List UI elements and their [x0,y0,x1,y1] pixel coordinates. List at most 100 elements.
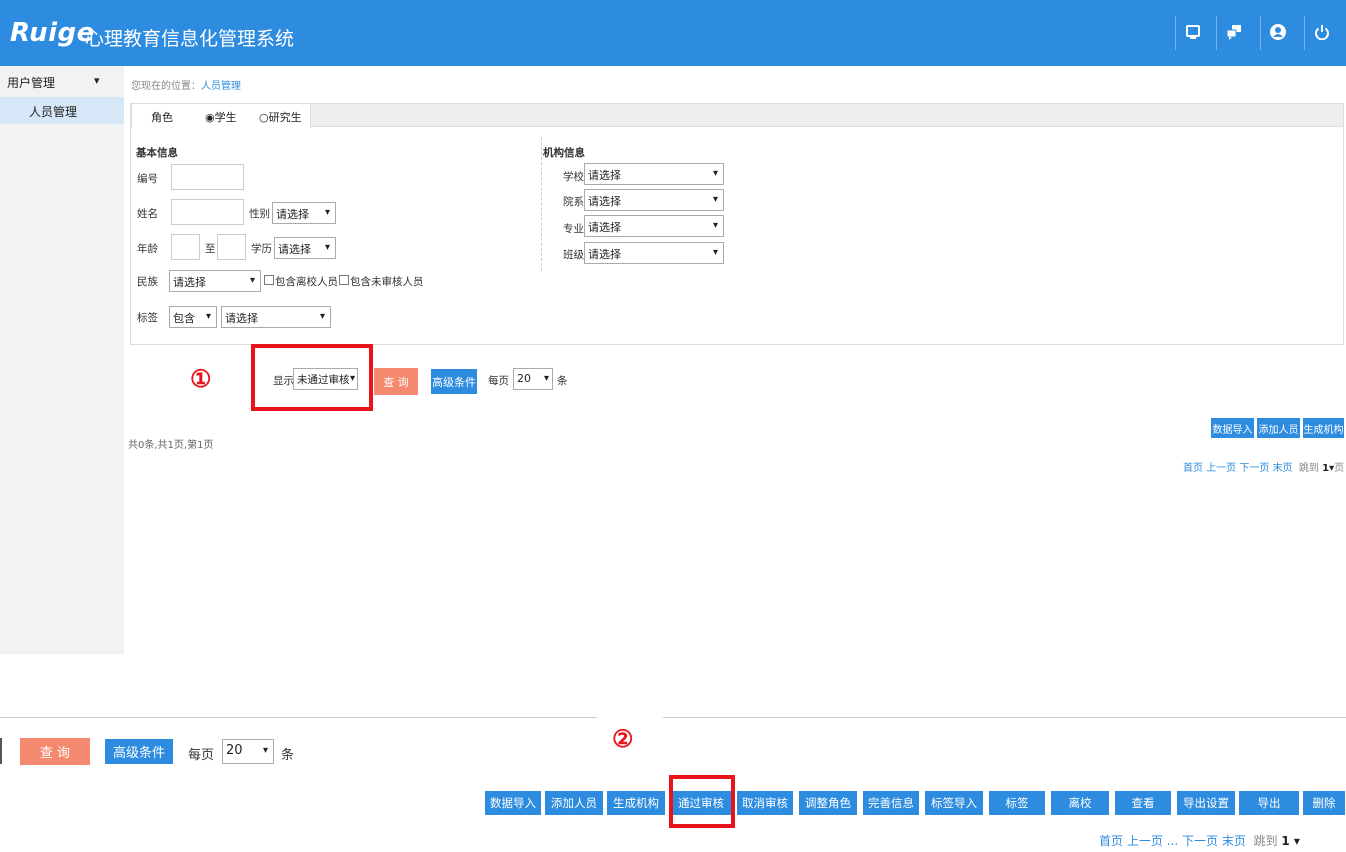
sidebar-item-label: 人员管理 [29,105,78,119]
show-status-select[interactable]: 未通过审核 ▾ [293,368,358,390]
ethnicity-select[interactable]: 请选择 ▾ [169,270,261,292]
zoom-delete-button[interactable]: 删除 [1302,790,1346,816]
gender-label: 性别 [249,208,270,220]
role-radio-student[interactable]: ◉学生 [205,109,237,125]
screen-button[interactable] [1175,16,1209,50]
role-tab: 角色 ◉学生 ○研究生 [131,103,311,128]
chevron-down-icon: ▾ [324,207,330,218]
include-unreviewed-checkbox[interactable] [339,275,349,285]
per-page-select[interactable]: 20 ▾ [513,368,553,390]
school-label: 学校 [563,171,584,183]
chevron-down-icon: ▾ [319,311,325,322]
chevron-down-icon: ▾ [349,373,355,384]
class-label: 班级 [563,249,584,261]
pager-page-select[interactable]: 1▾ [1322,463,1334,474]
zoom-edge [0,738,2,764]
role-label: 角色 [151,111,173,124]
power-icon [1314,24,1330,43]
zoom-tag-import-button[interactable]: 标签导入 [924,790,984,816]
pager-last[interactable]: 末页 [1273,463,1293,474]
sidebar: 用户管理 ▾ 人员管理 [0,66,124,654]
generate-org-button[interactable]: 生成机构 [1302,417,1345,439]
messages-button[interactable] [1216,16,1250,50]
zoom-search-button[interactable]: 查 询 [20,738,90,765]
pager-next[interactable]: 下一页 [1239,463,1269,474]
step-1-marker: ① [190,364,212,393]
age-to-label: 至 [205,243,216,255]
include-left-label: 包含离校人员 [275,276,338,288]
zoom-per-page-unit: 条 [281,748,295,763]
age-min-input[interactable] [171,234,200,260]
breadcrumb: 您现在的位置：人员管理 [131,77,241,92]
age-max-input[interactable] [217,234,246,260]
education-label: 学历 [251,243,272,255]
chat-icon [1226,24,1242,43]
zoom-per-page-select[interactable]: 20 ▾ [222,739,274,764]
pager-page-unit: 页 [1334,463,1345,474]
zoom-complete-info-button[interactable]: 完善信息 [862,790,920,816]
pager-jump-label: 跳到 [1298,463,1319,474]
sidebar-item-personnel[interactable]: 人员管理 [0,97,124,124]
zoom-cancel-review-button[interactable]: 取消审核 [736,790,794,816]
chevron-down-icon: ▾ [249,275,255,286]
chevron-down-icon: ▾ [205,311,211,322]
pager-prev[interactable]: 上一页 [1206,463,1236,474]
tag-label: 标签 [137,312,158,324]
basic-info-heading: 基本信息 [136,147,178,159]
zoom-advanced-filter-button[interactable]: 高级条件 [104,738,174,765]
add-person-button[interactable]: 添加人员 [1256,417,1301,439]
top-header: Ruige 心理教育信息化管理系统 [0,0,1346,66]
pager-first[interactable]: 首页 [1099,834,1123,848]
ruige-logo: Ruige [10,18,95,48]
zoom-tag-button[interactable]: 标签 [988,790,1046,816]
ethnicity-label: 民族 [137,276,158,288]
pager-first[interactable]: 首页 [1183,463,1203,474]
zoom-export-settings-button[interactable]: 导出设置 [1176,790,1236,816]
breadcrumb-current[interactable]: 人员管理 [201,81,241,92]
zoom-view-button[interactable]: 查看 [1114,790,1172,816]
chevron-down-icon: ▾ [712,194,718,205]
pager-top: 首页 上一页 下一页 末页 跳到 1▾页 [1183,459,1344,474]
zoom-leave-school-button[interactable]: 离校 [1050,790,1110,816]
zoom-add-person-button[interactable]: 添加人员 [544,790,604,816]
school-select[interactable]: 请选择 ▾ [584,163,724,185]
class-select[interactable]: 请选择 ▾ [584,242,724,264]
pager-last[interactable]: 末页 [1222,834,1246,848]
zoom-import-data-button[interactable]: 数据导入 [484,790,542,816]
dept-select[interactable]: 请选择 ▾ [584,189,724,211]
logout-button[interactable] [1304,16,1338,50]
search-button[interactable]: 查 询 [374,368,418,395]
zoom-generate-org-button[interactable]: 生成机构 [606,790,666,816]
pager-next[interactable]: 下一页 [1182,834,1218,848]
zoom-export-button[interactable]: 导出 [1238,790,1300,816]
user-button[interactable] [1260,16,1294,50]
zoom-adjust-role-button[interactable]: 调整角色 [798,790,858,816]
section-divider [541,137,542,271]
role-radio-graduate[interactable]: ○研究生 [259,109,302,125]
include-left-checkbox[interactable] [264,275,274,285]
chevron-down-icon: ▾ [324,242,330,253]
monitor-icon [1185,24,1201,43]
major-select[interactable]: 请选择 ▾ [584,215,724,237]
pager-prev[interactable]: 上一页 [1127,834,1163,848]
tag-mode-select[interactable]: 包含 ▾ [169,306,217,328]
user-icon [1269,23,1287,44]
show-label: 显示 [273,375,294,387]
tag-select[interactable]: 请选择 ▾ [221,306,331,328]
import-data-button[interactable]: 数据导入 [1210,417,1255,439]
gender-select[interactable]: 请选择 ▾ [272,202,336,224]
advanced-filter-button[interactable]: 高级条件 [430,368,478,395]
result-summary: 共0条,共1页,第1页 [128,440,214,451]
app-title: 心理教育信息化管理系统 [85,28,295,50]
id-input[interactable] [171,164,244,190]
role-bar: 角色 ◉学生 ○研究生 [130,103,1344,128]
name-input[interactable] [171,199,244,225]
dept-label: 院系 [563,196,584,208]
sidebar-group-label: 用户管理 [7,76,56,90]
education-select[interactable]: 请选择 ▾ [274,237,336,259]
sidebar-group-user-management[interactable]: 用户管理 ▾ [0,66,124,96]
name-label: 姓名 [137,208,158,220]
zoom-per-page-label: 每页 [188,748,215,763]
pager-page-select[interactable]: 1 ▾ [1281,834,1300,848]
pager-jump-label: 跳到 [1253,834,1278,848]
